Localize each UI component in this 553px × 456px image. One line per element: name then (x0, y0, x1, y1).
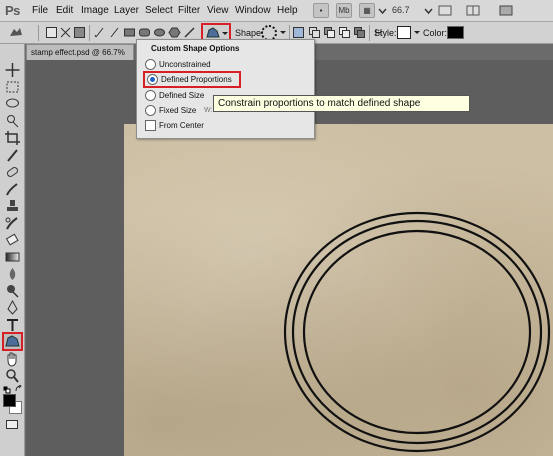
chevron-down-icon[interactable] (377, 5, 388, 16)
gradient-tool-icon[interactable] (3, 249, 22, 265)
pen-icon[interactable] (93, 26, 106, 39)
screen-mode-icon[interactable] (499, 5, 513, 16)
divider (369, 25, 370, 41)
menu-view[interactable]: View (207, 5, 229, 16)
custom-shape-tool-icon[interactable] (2, 332, 23, 351)
radio-button[interactable] (145, 59, 156, 70)
menu-help[interactable]: Help (277, 5, 298, 16)
zoom-tool-icon[interactable] (3, 368, 22, 384)
extras-button[interactable]: ▦ (359, 3, 375, 18)
shape-label: Shape: (235, 28, 264, 38)
radio-button-selected[interactable] (147, 74, 158, 85)
quick-mask-icon[interactable] (6, 420, 18, 429)
freeform-pen-icon[interactable] (108, 26, 121, 39)
foreground-color-swatch[interactable] (3, 394, 16, 407)
custom-shape-tool-preset-icon[interactable] (8, 26, 25, 39)
quick-selection-tool-icon[interactable] (3, 113, 22, 129)
divider (89, 25, 90, 41)
color-label: Color: (423, 28, 448, 38)
crop-tool-icon[interactable] (3, 130, 22, 146)
hand-tool-icon[interactable] (3, 351, 22, 367)
menu-image[interactable]: Image (81, 5, 109, 16)
style-label: Style: (374, 28, 397, 38)
tooltip: Constrain proportions to match defined s… (213, 95, 470, 112)
radio-button[interactable] (145, 105, 156, 116)
menu-file[interactable]: File (32, 5, 48, 16)
menu-layer[interactable]: Layer (114, 5, 139, 16)
lasso-tool-icon[interactable] (3, 96, 22, 112)
divider (38, 25, 39, 41)
type-tool-icon[interactable] (3, 317, 22, 333)
move-tool-icon[interactable] (3, 62, 22, 78)
panel-title: Custom Shape Options (151, 44, 240, 53)
option-defined-proportions[interactable]: Defined Proportions (143, 71, 241, 88)
arrange-documents-icon[interactable] (466, 5, 480, 16)
dodge-tool-icon[interactable] (3, 283, 22, 299)
brush-tool-icon[interactable] (3, 181, 22, 197)
marquee-tool-icon[interactable] (3, 79, 22, 95)
eyedropper-tool-icon[interactable] (3, 147, 22, 163)
minibridge-button[interactable]: Mb (336, 3, 352, 18)
bridge-button[interactable]: ▪ (313, 3, 329, 18)
photoshop-logo: Ps (5, 3, 20, 18)
option-label: Unconstrained (159, 60, 211, 69)
menu-select[interactable]: Select (145, 5, 173, 16)
history-brush-tool-icon[interactable] (3, 215, 22, 231)
style-swatch[interactable] (397, 26, 411, 39)
menu-filter[interactable]: Filter (178, 5, 200, 16)
chevron-down-icon[interactable] (423, 5, 434, 16)
exclude-overlapping-shape-areas-icon[interactable] (353, 26, 366, 39)
pen-tool-icon[interactable] (3, 299, 22, 316)
clone-stamp-tool-icon[interactable] (3, 198, 22, 214)
swap-colors-icon[interactable] (15, 384, 23, 396)
new-shape-layer-icon[interactable] (292, 26, 305, 39)
option-label: Defined Proportions (161, 75, 232, 84)
custom-shape-options-panel: Custom Shape Options Unconstrained Defin… (136, 39, 315, 139)
color-swatch[interactable] (447, 26, 464, 39)
menu-window[interactable]: Window (235, 5, 271, 16)
polygon-icon[interactable] (168, 26, 181, 39)
checkbox[interactable] (145, 120, 156, 131)
healing-brush-tool-icon[interactable] (3, 164, 22, 180)
subtract-from-shape-area-icon[interactable] (323, 26, 336, 39)
zoom-level[interactable]: 66.7 (392, 5, 420, 15)
menu-edit[interactable]: Edit (56, 5, 73, 16)
menu-bar: Ps File Edit Image Layer Select Filter V… (0, 0, 553, 22)
chevron-down-icon[interactable] (413, 26, 421, 39)
document-tab[interactable]: stamp effect.psd @ 66.7% (26, 44, 134, 60)
blur-tool-icon[interactable] (3, 266, 22, 282)
fill-pixels-icon[interactable] (73, 26, 86, 39)
rectangle-icon[interactable] (123, 26, 136, 39)
line-icon[interactable] (183, 26, 196, 39)
ellipse-icon[interactable] (153, 26, 166, 39)
radio-button[interactable] (145, 90, 156, 101)
eraser-tool-icon[interactable] (3, 232, 22, 248)
option-label: Defined Size (159, 91, 205, 100)
shape-layers-icon[interactable] (45, 26, 58, 39)
add-to-shape-area-icon[interactable] (308, 26, 321, 39)
chevron-down-icon[interactable] (279, 26, 287, 39)
paths-icon[interactable] (59, 26, 72, 39)
intersect-shape-areas-icon[interactable] (338, 26, 351, 39)
tools-panel (0, 44, 25, 456)
option-label: Fixed Size (159, 106, 197, 115)
hand-icon[interactable] (438, 5, 452, 16)
option-label: From Center (159, 121, 204, 130)
rounded-rectangle-icon[interactable] (138, 26, 151, 39)
stamp-circles (283, 211, 551, 453)
